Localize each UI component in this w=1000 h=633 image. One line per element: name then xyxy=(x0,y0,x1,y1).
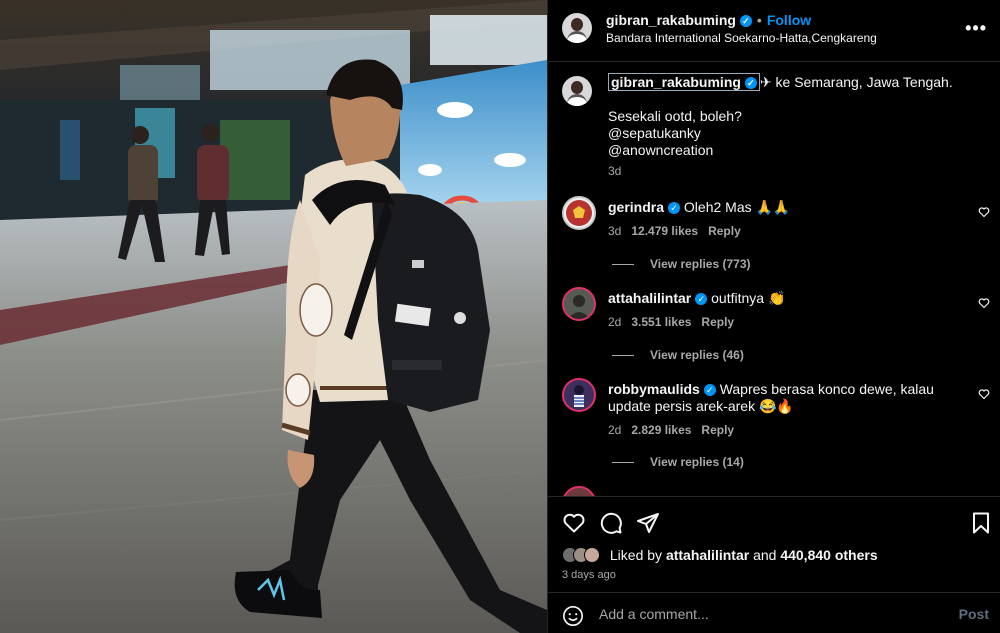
post-header: gibran_rakabuming ✓ • Follow Bandara Intern… xyxy=(548,0,1000,62)
comment-time: 3d xyxy=(608,224,622,238)
caption-text: gibran_rakabuming ✓ ✈ ke Semarang, Jawa Te… xyxy=(608,73,988,159)
comment-body: robbymaulids ✓ Wapres berasa konco dewe, … xyxy=(608,381,958,415)
user-avatar-icon xyxy=(568,295,590,319)
post-date: 3 days ago xyxy=(562,569,616,581)
comment-like-heart-icon[interactable] xyxy=(978,206,990,218)
share-send-icon[interactable] xyxy=(636,511,660,535)
comment-avatar[interactable] xyxy=(562,196,596,230)
gerindra-logo-icon xyxy=(566,200,592,226)
follow-button[interactable]: Follow xyxy=(767,12,811,28)
user-avatar-icon xyxy=(574,385,584,407)
liked-by-and: and xyxy=(753,547,777,563)
post-photo-illustration xyxy=(0,0,547,633)
like-heart-icon[interactable] xyxy=(562,511,586,535)
comment-time: 2d xyxy=(608,315,622,329)
emoji-smile-icon[interactable] xyxy=(562,605,584,627)
liked-by-prefix: Liked by xyxy=(609,547,663,563)
separator-dot: • xyxy=(756,12,762,28)
likes-summary[interactable]: Liked by attahalilintar and 440,840 othe… xyxy=(562,547,878,563)
verified-badge-icon: ✓ xyxy=(739,15,752,27)
verified-badge-icon: ✓ xyxy=(703,384,716,396)
verified-badge-icon: ✓ xyxy=(744,77,757,89)
comment-likes[interactable]: 2.829 likes xyxy=(631,423,691,437)
more-options-icon[interactable]: ••• xyxy=(965,18,987,39)
liked-by-count[interactable]: 440,840 others xyxy=(780,547,877,563)
comment-text: Oleh2 Mas 🙏🙏 xyxy=(683,199,791,215)
caption-mention-anowncreation[interactable]: @anowncreation xyxy=(608,142,988,159)
post-photo[interactable] xyxy=(0,0,547,633)
comment-body: gerindra ✓ Oleh2 Mas 🙏🙏 xyxy=(608,199,958,216)
comment-bubble-icon[interactable] xyxy=(599,511,623,535)
comment-input[interactable]: Add a comment... xyxy=(599,606,709,622)
comment-reply-button[interactable]: Reply xyxy=(708,224,741,238)
post-actions: Liked by attahalilintar and 440,840 othe… xyxy=(548,496,1000,592)
liker-avatar xyxy=(584,547,600,563)
comment-like-heart-icon[interactable] xyxy=(978,388,990,400)
comment-avatar[interactable] xyxy=(562,287,596,321)
comment-meta: 2d 3.551 likes Reply xyxy=(608,315,744,329)
comment-reply-button[interactable]: Reply xyxy=(701,315,734,329)
comment-reply-button[interactable]: Reply xyxy=(701,423,734,437)
bookmark-save-icon[interactable] xyxy=(969,511,993,535)
comment-likes[interactable]: 12.479 likes xyxy=(631,224,698,238)
comment-time: 2d xyxy=(608,423,622,437)
view-replies-button[interactable]: View replies (46) xyxy=(612,348,744,362)
caption-username-label: gibran_rakabuming xyxy=(611,74,741,90)
verified-badge-icon: ✓ xyxy=(695,293,708,305)
comment-body: attahalilintar ✓ outfitnya 👏 xyxy=(608,290,958,307)
comment-username[interactable]: attahalilintar xyxy=(608,290,691,306)
comments-list[interactable]: gibran_rakabuming ✓ ✈ ke Semarang, Jawa Te… xyxy=(548,62,1000,496)
comment-likes[interactable]: 3.551 likes xyxy=(631,315,691,329)
post-side-panel: gibran_rakabuming ✓ • Follow Bandara Intern… xyxy=(547,0,1000,633)
comment-like-heart-icon[interactable] xyxy=(978,297,990,309)
caption-line: Sesekali ootd, boleh? xyxy=(608,108,742,124)
caption-avatar[interactable] xyxy=(562,76,592,106)
comment-avatar[interactable] xyxy=(562,486,596,496)
caption-first-line: ✈ ke Semarang, Jawa Tengah. xyxy=(759,74,953,90)
caption-timestamp: 3d xyxy=(608,164,622,178)
comment-meta: 3d 12.479 likes Reply xyxy=(608,224,751,238)
comment-avatar[interactable] xyxy=(562,378,596,412)
caption-mention-sepatukanky[interactable]: @sepatukanky xyxy=(608,125,988,142)
author-line: gibran_rakabuming ✓ • Follow xyxy=(606,12,811,28)
comment-composer: Add a comment... Post xyxy=(548,592,1000,633)
view-replies-button[interactable]: View replies (773) xyxy=(612,257,751,271)
post-comment-button[interactable]: Post xyxy=(959,606,989,622)
caption-username[interactable]: gibran_rakabuming ✓ xyxy=(608,73,760,91)
post-location[interactable]: Bandara International Soekarno-Hatta,Cen… xyxy=(606,31,877,45)
comment-username[interactable]: robbymaulids xyxy=(608,381,700,397)
verified-badge-icon: ✓ xyxy=(668,202,681,214)
view-replies-button[interactable]: View replies (14) xyxy=(612,455,744,469)
liked-by-user[interactable]: attahalilintar xyxy=(666,547,749,563)
comment-username[interactable]: gerindra xyxy=(608,199,664,215)
comment-text: outfitnya 👏 xyxy=(711,290,786,306)
author-username[interactable]: gibran_rakabuming xyxy=(606,12,736,28)
comment-meta: 2d 2.829 likes Reply xyxy=(608,423,744,437)
author-avatar[interactable] xyxy=(562,13,592,43)
